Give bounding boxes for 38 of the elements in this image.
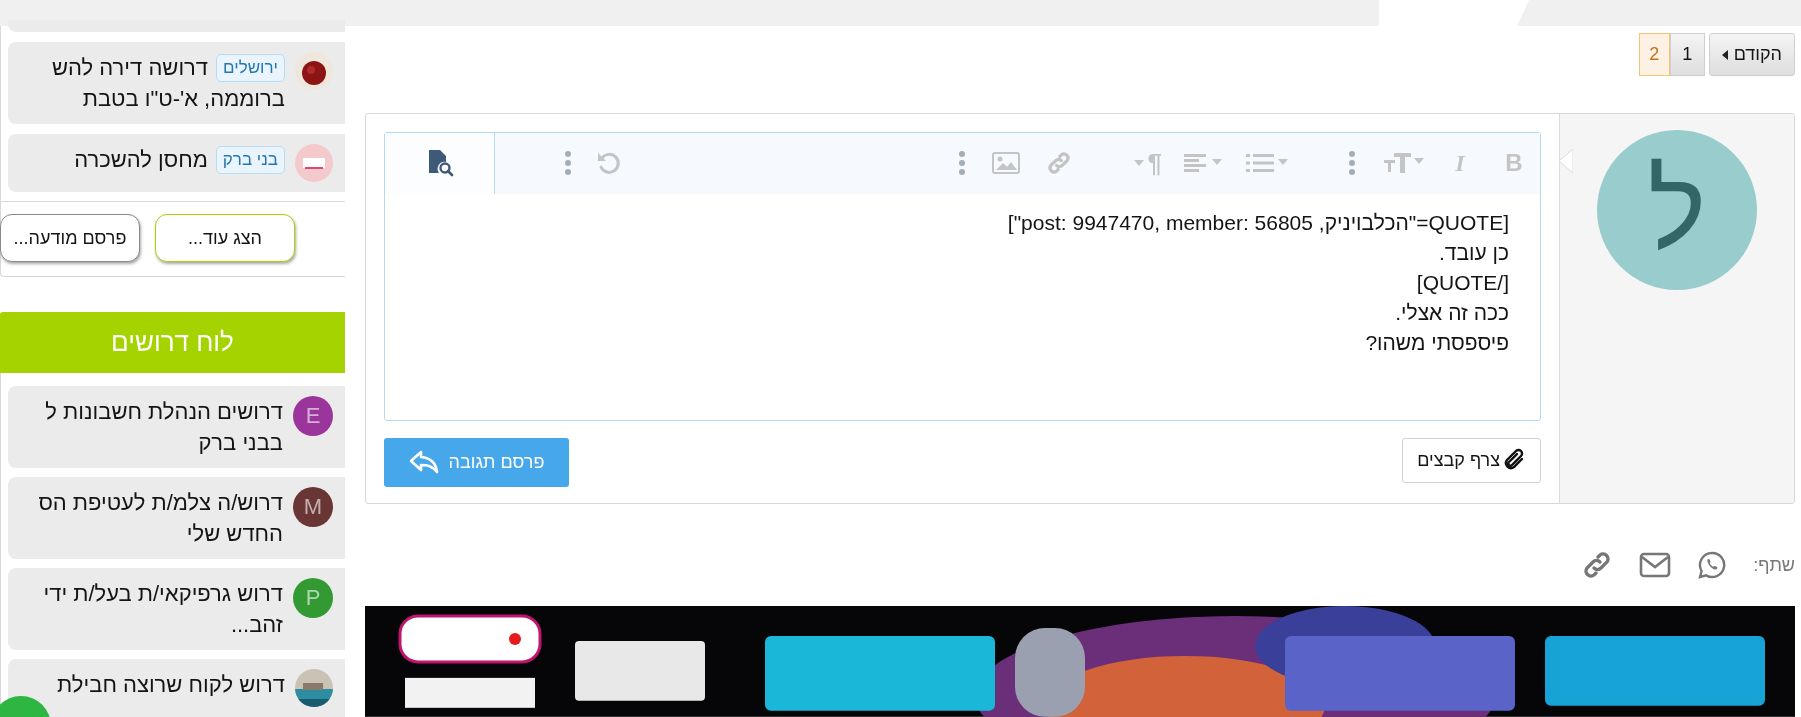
more-icon[interactable]	[563, 151, 572, 176]
previous-page-button[interactable]: הקודם	[1708, 33, 1795, 77]
listing-title[interactable]: דרושים הנהלת חשבונות ל	[45, 396, 283, 427]
caret-icon	[1133, 160, 1144, 167]
listing-title[interactable]: דרוש/ה צלמ/ת לעטיפת הס	[38, 487, 283, 518]
listing-title[interactable]: החדש שלי	[186, 518, 283, 549]
listing-title[interactable]: ברוממה, א'-ט"ו בטבת	[82, 83, 285, 114]
listing-title[interactable]: דרוש גרפיקאי/ת בעל/ת ידי	[43, 578, 283, 609]
location-tag[interactable]: ירושלים	[216, 53, 285, 82]
user-avatar[interactable]: ל	[1597, 129, 1757, 290]
whatsapp-icon[interactable]	[1697, 550, 1728, 581]
more-icon[interactable]	[1348, 151, 1356, 176]
text-size-icon[interactable]	[1384, 152, 1424, 175]
listing-title[interactable]: זהב...	[230, 609, 283, 640]
board-header: לוח דרושים	[0, 312, 345, 373]
more-icon[interactable]	[957, 151, 966, 176]
post-ad-button[interactable]: פרסם מודעה...	[0, 214, 140, 262]
listing-title[interactable]: מחסן להשכרה	[74, 144, 208, 175]
location-tag[interactable]: בני ברק	[215, 145, 285, 174]
user-avatar[interactable]: M	[293, 487, 333, 527]
image-icon[interactable]	[991, 152, 1020, 175]
list-item[interactable]: ירושלים דרושה דירה להש ברוממה, א'-ט"ו בטבת	[8, 42, 345, 124]
list-icon[interactable]	[1246, 153, 1288, 174]
show-more-button[interactable]: הצג עוד...	[155, 214, 295, 262]
listing-title[interactable]: דרוש לקוח שרוצה חבילת	[57, 669, 285, 700]
caret-icon	[1721, 49, 1728, 60]
reply-icon	[408, 450, 439, 475]
align-icon[interactable]	[1184, 153, 1224, 174]
listing-title[interactable]: דרושה דירה להש	[52, 52, 209, 83]
undo-icon[interactable]	[595, 150, 622, 177]
listing-title[interactable]: בבני ברק	[198, 427, 283, 458]
share-label: שתף:	[1753, 553, 1795, 577]
attach-files-button[interactable]: צרף קבצים	[1402, 437, 1541, 483]
preview-tab[interactable]	[385, 132, 495, 194]
page-button[interactable]: 1	[1669, 33, 1705, 77]
list-item[interactable]: דרוש לקוח שרוצה חבילת	[8, 659, 345, 717]
email-icon[interactable]	[1639, 552, 1672, 579]
list-item[interactable]: בני ברק מחסן להשכרה	[8, 134, 345, 192]
